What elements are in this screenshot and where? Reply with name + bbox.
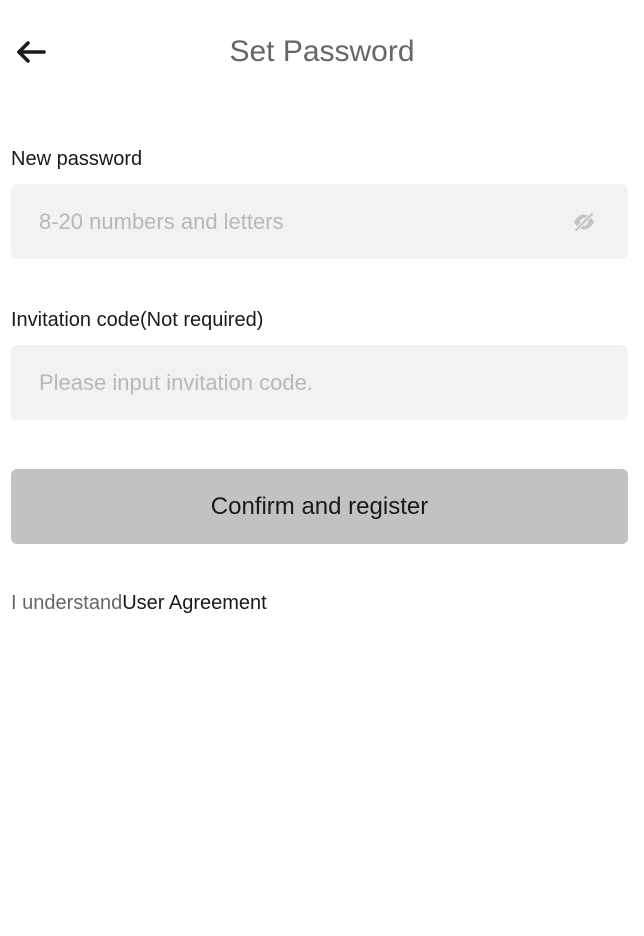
invitation-code-field[interactable] xyxy=(11,345,628,420)
user-agreement-link[interactable]: User Agreement xyxy=(122,592,267,614)
page-title: Set Password xyxy=(229,35,415,68)
confirm-register-button[interactable]: Confirm and register xyxy=(11,469,628,544)
new-password-field[interactable] xyxy=(11,184,628,259)
agreement-line: I understandUser Agreement xyxy=(11,590,267,616)
eye-off-icon xyxy=(574,212,594,232)
invitation-code-label: Invitation code(Not required) xyxy=(11,309,264,331)
password-visibility-toggle[interactable] xyxy=(570,208,598,236)
new-password-input[interactable] xyxy=(39,184,559,259)
top-bar: Set Password xyxy=(0,0,644,104)
invitation-code-input[interactable] xyxy=(39,345,559,420)
agreement-prefix: I understand xyxy=(11,592,123,614)
new-password-label: New password xyxy=(11,148,143,170)
